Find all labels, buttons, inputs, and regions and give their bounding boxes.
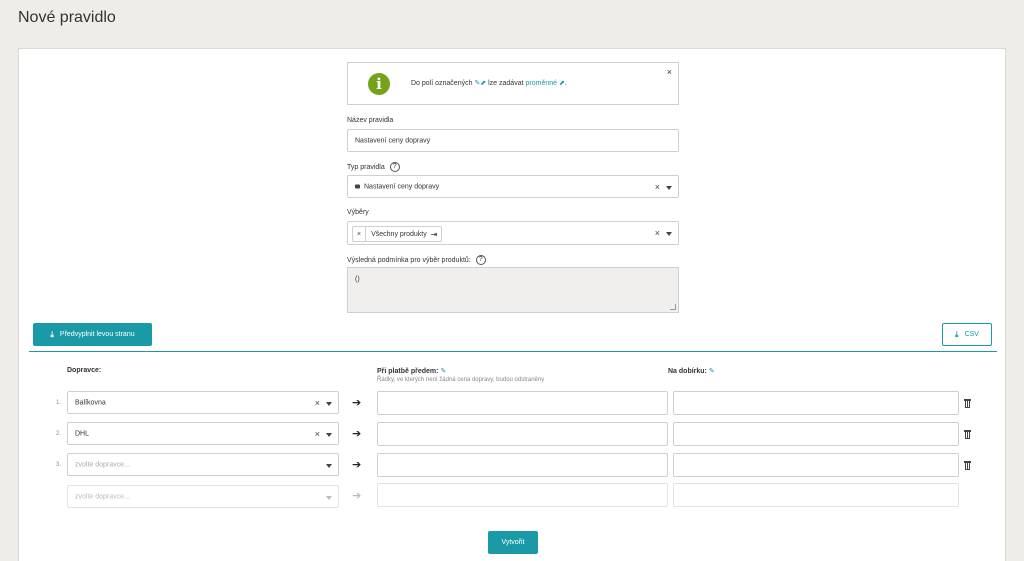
row-number: 1.: [55, 400, 61, 406]
create-button[interactable]: Vytvořit: [488, 531, 538, 554]
selections-label: Výběry: [347, 209, 369, 216]
chevron-down-icon[interactable]: [666, 185, 672, 190]
prepaid-price-input[interactable]: [377, 422, 668, 446]
selection-chip: × Všechny produkty ⇥: [352, 226, 443, 242]
close-icon[interactable]: ×: [667, 67, 672, 77]
row-number: 2.: [55, 431, 61, 437]
truck-icon: [355, 184, 360, 189]
prepaid-note: Řádky, ve kterých není žádná cena doprav…: [377, 377, 545, 383]
carrier-select[interactable]: Balíkovna ×: [67, 391, 339, 414]
info-icon: i: [368, 73, 390, 95]
prepaid-price-input[interactable]: [377, 453, 668, 477]
new-cod-price-input[interactable]: [673, 483, 959, 507]
download-icon: ⤓: [955, 329, 959, 339]
prepaid-price-input[interactable]: [377, 391, 668, 415]
rule-name-input[interactable]: Nastavení ceny dopravy: [347, 129, 679, 152]
row-number: 3.: [55, 462, 61, 468]
prefill-left-button[interactable]: ⤓ Předvyplnit levou stranu: [33, 323, 152, 346]
cod-column-header: Na dobírku: ✎: [668, 368, 715, 375]
chevron-down-icon[interactable]: [326, 432, 332, 437]
rule-type-label: Typ pravidla?: [347, 162, 400, 172]
selections-multiselect[interactable]: × Všechny produkty ⇥ ×: [347, 221, 679, 245]
clear-icon[interactable]: ×: [655, 182, 660, 192]
pen-icon: ✎: [708, 368, 715, 375]
pen-icon: ✎: [440, 368, 447, 375]
chevron-down-icon[interactable]: [326, 495, 332, 500]
resize-handle-icon[interactable]: [670, 304, 676, 310]
info-alert: i Do polí označených ✎⬈ lze zadávat prom…: [347, 62, 679, 105]
pen-icon: ✎⬈: [474, 80, 487, 87]
carrier-select[interactable]: DHL ×: [67, 422, 339, 445]
divider: [29, 351, 997, 352]
clear-icon[interactable]: ×: [655, 228, 660, 238]
cod-price-input[interactable]: [673, 391, 959, 415]
chip-label: Všechny produkty: [371, 230, 427, 238]
carrier-select[interactable]: zvolte dopravce...: [67, 453, 339, 476]
clear-icon[interactable]: ×: [315, 398, 320, 408]
arrow-right-icon: ➔: [352, 490, 362, 502]
open-selection-icon[interactable]: ⇥: [431, 230, 442, 239]
arrow-right-icon: ➔: [352, 397, 362, 409]
clear-icon[interactable]: ×: [315, 429, 320, 439]
help-icon[interactable]: ?: [475, 255, 486, 265]
rule-type-select[interactable]: Nastavení ceny dopravy ×: [347, 175, 679, 198]
page-title: Nové pravidlo: [18, 9, 116, 26]
chevron-down-icon[interactable]: [326, 463, 332, 468]
info-text: Do polí označených ✎⬈ lze zadávat proměn…: [411, 80, 567, 87]
condition-label: Výsledná podmínka pro výběr produktů:?: [347, 255, 486, 265]
external-link-icon: ⬈: [557, 80, 565, 87]
trash-icon[interactable]: [964, 430, 971, 439]
rule-name-label: Název pravidla: [347, 117, 394, 124]
carrier-column-header: Dopravce:: [67, 367, 102, 374]
variables-link[interactable]: proměnné: [526, 80, 558, 87]
arrow-right-icon: ➔: [352, 428, 362, 440]
chip-remove-icon[interactable]: ×: [353, 227, 367, 241]
arrow-right-icon: ➔: [352, 459, 362, 471]
trash-icon[interactable]: [964, 399, 971, 408]
download-icon: ⤓: [50, 329, 54, 339]
help-icon[interactable]: ?: [389, 162, 400, 172]
csv-button[interactable]: ⤓ CSV: [942, 323, 992, 346]
prepaid-column-header: Při platbě předem: ✎: [377, 368, 447, 375]
trash-icon[interactable]: [964, 461, 971, 470]
new-carrier-select[interactable]: zvolte dopravce...: [67, 485, 339, 508]
rule-form-card: i Do polí označených ✎⬈ lze zadávat prom…: [18, 48, 1006, 561]
chevron-down-icon[interactable]: [326, 401, 332, 406]
condition-textarea[interactable]: (): [347, 267, 679, 313]
cod-price-input[interactable]: [673, 422, 959, 446]
new-prepaid-price-input[interactable]: [377, 483, 668, 507]
cod-price-input[interactable]: [673, 453, 959, 477]
chevron-down-icon[interactable]: [666, 232, 672, 236]
